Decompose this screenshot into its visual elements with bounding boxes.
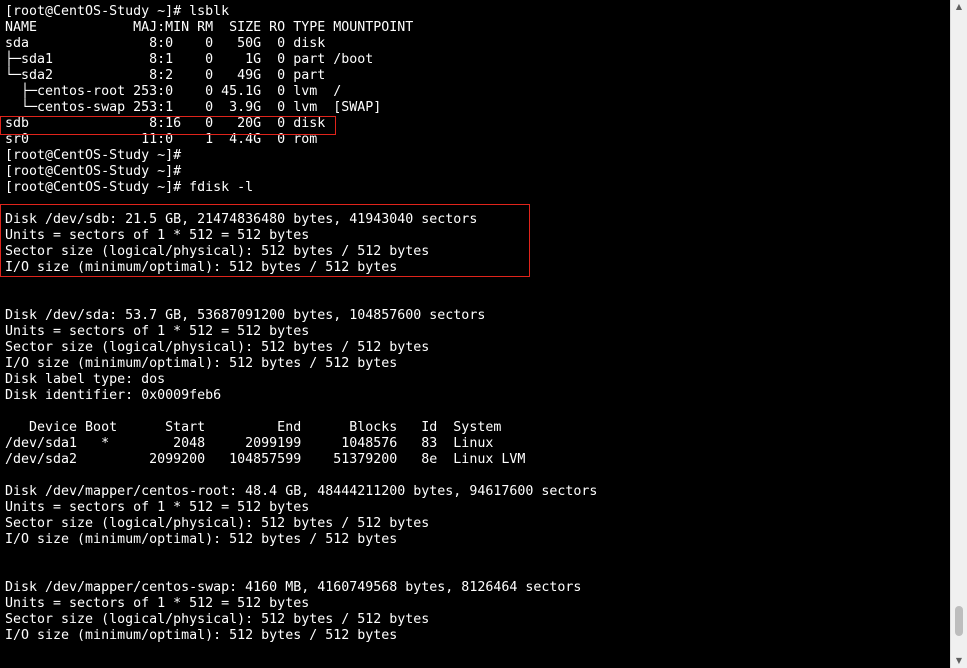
shell-prompt-line: [root@CentOS-Study ~]# lsblk xyxy=(5,4,230,19)
fdisk-centos-root-units-line: Units = sectors of 1 * 512 = 512 bytes xyxy=(5,500,310,515)
fdisk-centos-swap-sector-size-line: Sector size (logical/physical): 512 byte… xyxy=(5,612,430,627)
fdisk-sdb-sector-size-line: Sector size (logical/physical): 512 byte… xyxy=(5,244,430,259)
partition-row-sda2: /dev/sda2 2099200 104857599 51379200 8e … xyxy=(5,452,526,467)
fdisk-sda-identifier-line: Disk identifier: 0x0009feb6 xyxy=(5,388,222,403)
lsblk-row-sda: sda 8:0 0 50G 0 disk xyxy=(5,36,326,51)
fdisk-sda-units-line: Units = sectors of 1 * 512 = 512 bytes xyxy=(5,324,310,339)
fdisk-centos-root-disk-line: Disk /dev/mapper/centos-root: 48.4 GB, 4… xyxy=(5,484,598,499)
terminal-window[interactable]: [root@CentOS-Study ~]# lsblk NAME MAJ:MI… xyxy=(0,0,950,668)
fdisk-centos-root-io-size-line: I/O size (minimum/optimal): 512 bytes / … xyxy=(5,532,398,547)
lsblk-row-centos-swap: └─centos-swap 253:1 0 3.9G 0 lvm [SWAP] xyxy=(5,100,382,115)
terminal-output: [root@CentOS-Study ~]# lsblk NAME MAJ:MI… xyxy=(5,4,597,644)
shell-prompt-line: [root@CentOS-Study ~]# xyxy=(5,148,182,163)
scrollbar-thumb[interactable] xyxy=(955,606,963,636)
fdisk-centos-swap-units-line: Units = sectors of 1 * 512 = 512 bytes xyxy=(5,596,310,611)
shell-prompt-line: [root@CentOS-Study ~]# fdisk -l xyxy=(5,180,254,195)
lsblk-row-sda1: ├─sda1 8:1 0 1G 0 part /boot xyxy=(5,52,374,67)
lsblk-row-sr0: sr0 11:0 1 4.4G 0 rom xyxy=(5,132,318,147)
lsblk-header-line: NAME MAJ:MIN RM SIZE RO TYPE MOUNTPOINT xyxy=(5,20,414,35)
lsblk-row-sdb: sdb 8:16 0 20G 0 disk xyxy=(5,116,326,131)
scroll-up-arrow-icon[interactable]: ▲ xyxy=(954,2,964,12)
lsblk-row-sda2: └─sda2 8:2 0 49G 0 part xyxy=(5,68,326,83)
fdisk-sdb-io-size-line: I/O size (minimum/optimal): 512 bytes / … xyxy=(5,260,398,275)
fdisk-sdb-units-line: Units = sectors of 1 * 512 = 512 bytes xyxy=(5,228,310,243)
fdisk-centos-root-sector-size-line: Sector size (logical/physical): 512 byte… xyxy=(5,516,430,531)
fdisk-sda-label-type-line: Disk label type: dos xyxy=(5,372,166,387)
fdisk-sda-disk-line: Disk /dev/sda: 53.7 GB, 53687091200 byte… xyxy=(5,308,486,323)
fdisk-centos-swap-io-size-line: I/O size (minimum/optimal): 512 bytes / … xyxy=(5,628,398,643)
fdisk-sdb-disk-line: Disk /dev/sdb: 21.5 GB, 21474836480 byte… xyxy=(5,212,478,227)
fdisk-sda-io-size-line: I/O size (minimum/optimal): 512 bytes / … xyxy=(5,356,398,371)
fdisk-centos-swap-disk-line: Disk /dev/mapper/centos-swap: 4160 MB, 4… xyxy=(5,580,582,595)
partition-table-header: Device Boot Start End Blocks Id System xyxy=(5,420,502,435)
lsblk-row-centos-root: ├─centos-root 253:0 0 45.1G 0 lvm / xyxy=(5,84,342,99)
partition-row-sda1: /dev/sda1 * 2048 2099199 1048576 83 Linu… xyxy=(5,436,494,451)
fdisk-sda-sector-size-line: Sector size (logical/physical): 512 byte… xyxy=(5,340,430,355)
scroll-down-arrow-icon[interactable]: ▼ xyxy=(954,656,964,666)
vertical-scrollbar[interactable]: ▲ ▼ xyxy=(950,0,967,668)
shell-prompt-line: [root@CentOS-Study ~]# xyxy=(5,164,182,179)
